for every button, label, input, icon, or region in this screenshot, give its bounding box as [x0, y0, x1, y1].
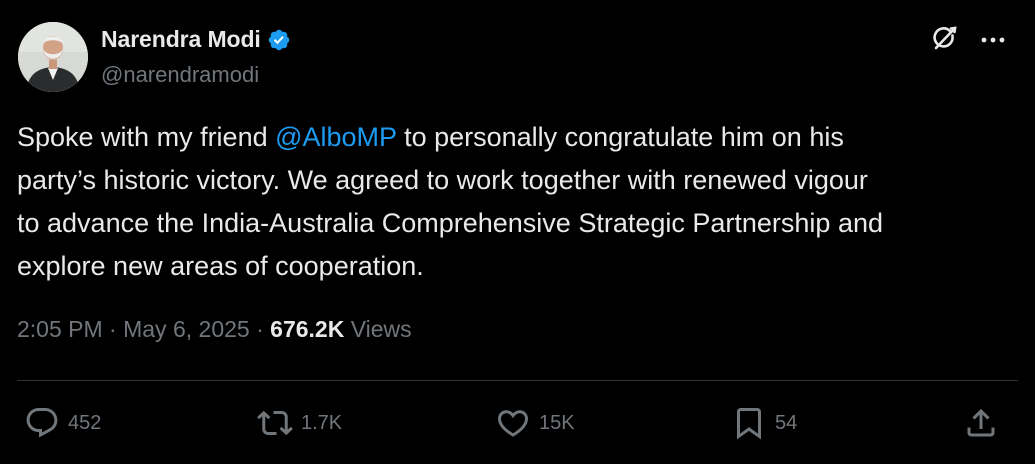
tweet-line: Spoke with my friend @AlboMP to personal…	[17, 116, 1017, 159]
views-count: 676.2K	[270, 316, 345, 342]
share-icon	[963, 405, 999, 441]
tweet-text-segment: Spoke with my friend	[17, 122, 276, 152]
tweet-card: Narendra Modi @narendramodi Spoke with m…	[0, 0, 1035, 464]
more-options-button[interactable]	[977, 24, 1009, 56]
tweet-line: to advance the India-Australia Comprehen…	[17, 208, 883, 238]
views-label: Views	[344, 316, 412, 342]
grok-icon	[930, 23, 960, 58]
reply-button[interactable]: 452	[24, 403, 101, 443]
avatar[interactable]	[18, 22, 88, 92]
grok-button[interactable]	[929, 24, 961, 56]
bookmark-button[interactable]: 54	[731, 403, 797, 443]
bookmark-count: 54	[775, 411, 798, 434]
share-button[interactable]	[963, 403, 999, 443]
author-handle[interactable]: @narendramodi	[101, 62, 259, 88]
reply-icon	[24, 405, 60, 441]
tweet-line: party’s historic victory. We agreed to w…	[17, 165, 868, 195]
like-button[interactable]: 15K	[495, 403, 575, 443]
tweet-text-segment: to personally congratulate him on his	[396, 122, 844, 152]
heart-icon	[495, 405, 531, 441]
bookmark-icon	[731, 405, 767, 441]
meta-separator: ·	[249, 316, 271, 342]
more-icon	[980, 31, 1006, 49]
tweet-meta: 2:05 PM · May 6, 2025 · 676.2K Views	[17, 316, 412, 343]
repost-count: 1.7K	[301, 411, 343, 434]
like-count: 15K	[539, 411, 575, 434]
divider	[17, 380, 1018, 381]
author-display-name[interactable]: Narendra Modi	[101, 26, 261, 53]
tweet-time[interactable]: 2:05 PM	[17, 316, 103, 342]
repost-button[interactable]: 1.7K	[257, 403, 342, 443]
meta-separator: ·	[102, 316, 124, 342]
tweet-date[interactable]: May 6, 2025	[123, 316, 250, 342]
verified-badge-icon[interactable]	[267, 28, 291, 52]
reply-count: 452	[68, 411, 102, 434]
repost-icon	[257, 405, 293, 441]
mention-link[interactable]: @AlboMP	[275, 122, 396, 152]
tweet-line: explore new areas of cooperation.	[17, 251, 424, 281]
author-name-row: Narendra Modi	[101, 26, 291, 53]
tweet-text: Spoke with my friend @AlboMP to personal…	[17, 116, 1017, 288]
